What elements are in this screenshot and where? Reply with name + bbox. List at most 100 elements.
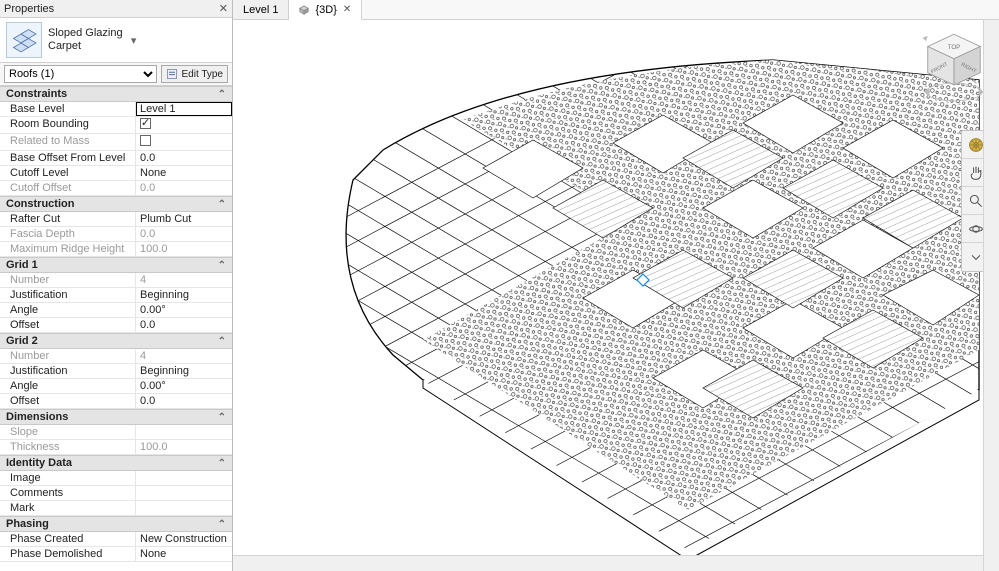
- property-value: 100.0: [136, 242, 232, 256]
- property-row[interactable]: JustificationBeginning: [0, 364, 232, 379]
- close-icon[interactable]: ✕: [219, 2, 228, 15]
- property-label: Related to Mass: [0, 134, 136, 150]
- property-value[interactable]: 0.0: [136, 151, 232, 165]
- edit-type-button[interactable]: Edit Type: [161, 65, 228, 83]
- property-value[interactable]: [136, 471, 232, 485]
- family-name: Sloped Glazing: [48, 27, 123, 40]
- property-value[interactable]: 0.00°: [136, 379, 232, 393]
- property-value[interactable]: None: [136, 547, 232, 561]
- scrollbar-horizontal[interactable]: [233, 555, 983, 571]
- view-cube[interactable]: TOP FRONT RIGHT: [919, 26, 989, 116]
- property-row[interactable]: Offset0.0: [0, 394, 232, 409]
- home-icon[interactable]: [923, 36, 928, 41]
- close-icon[interactable]: ✕: [343, 4, 351, 15]
- property-row: Thickness100.0: [0, 440, 232, 455]
- property-label: Phase Created: [0, 532, 136, 546]
- checkbox[interactable]: [140, 118, 151, 129]
- property-value[interactable]: Beginning: [136, 364, 232, 378]
- property-label: Justification: [0, 364, 136, 378]
- group-header[interactable]: Construction⌃: [0, 196, 232, 212]
- property-row[interactable]: Image: [0, 471, 232, 486]
- property-value[interactable]: New Construction: [136, 532, 232, 546]
- property-label: Rafter Cut: [0, 212, 136, 226]
- group-header[interactable]: Identity Data⌃: [0, 455, 232, 471]
- tab-level1[interactable]: Level 1: [233, 0, 289, 19]
- collapse-icon[interactable]: ⌃: [218, 199, 226, 210]
- property-row: Number4: [0, 273, 232, 288]
- collapse-icon[interactable]: ⌃: [218, 458, 226, 469]
- property-row[interactable]: JustificationBeginning: [0, 288, 232, 303]
- property-row: Number4: [0, 349, 232, 364]
- family-type-label: Sloped Glazing Carpet: [48, 27, 123, 53]
- viewport-3d[interactable]: TOP FRONT RIGHT: [233, 20, 999, 571]
- property-row[interactable]: Comments: [0, 486, 232, 501]
- property-label: Cutoff Level: [0, 166, 136, 180]
- properties-grid[interactable]: Constraints⌃Base LevelLevel 1Room Boundi…: [0, 86, 232, 571]
- view-tabs: Level 1 {3D} ✕: [233, 0, 999, 20]
- property-label: Angle: [0, 303, 136, 317]
- instance-filter-select[interactable]: Roofs (1): [4, 65, 157, 83]
- scrollbar-vertical[interactable]: [983, 20, 999, 571]
- family-type-selector[interactable]: Sloped Glazing Carpet ▾: [0, 18, 232, 63]
- collapse-icon[interactable]: ⌃: [218, 89, 226, 100]
- properties-title: Properties: [4, 3, 219, 15]
- property-row[interactable]: Offset0.0: [0, 318, 232, 333]
- property-label: Offset: [0, 318, 136, 332]
- collapse-icon[interactable]: ⌃: [218, 412, 226, 423]
- property-value: [136, 425, 232, 439]
- property-value: 0.0: [136, 227, 232, 241]
- property-row: Related to Mass: [0, 134, 232, 151]
- property-value[interactable]: [136, 486, 232, 500]
- property-label: Image: [0, 471, 136, 485]
- property-row[interactable]: Room Bounding: [0, 117, 232, 134]
- collapse-icon[interactable]: ⌃: [218, 519, 226, 530]
- model-geometry: [233, 20, 999, 571]
- property-value[interactable]: [136, 501, 232, 515]
- property-label: Cutoff Offset: [0, 181, 136, 195]
- property-value[interactable]: 0.0: [136, 394, 232, 408]
- edit-type-icon: [166, 68, 178, 80]
- property-value: 100.0: [136, 440, 232, 454]
- property-label: Phase Demolished: [0, 547, 136, 561]
- edit-type-label: Edit Type: [181, 69, 223, 80]
- property-value[interactable]: Level 1: [136, 102, 232, 116]
- property-value[interactable]: 0.0: [136, 318, 232, 332]
- property-row[interactable]: Phase CreatedNew Construction: [0, 532, 232, 547]
- chevron-down-icon[interactable]: ▾: [129, 34, 139, 47]
- property-value[interactable]: None: [136, 166, 232, 180]
- property-row[interactable]: Mark: [0, 501, 232, 516]
- property-value[interactable]: 0.00°: [136, 303, 232, 317]
- property-row[interactable]: Base Offset From Level0.0: [0, 151, 232, 166]
- property-row[interactable]: Phase DemolishedNone: [0, 547, 232, 562]
- property-label: Offset: [0, 394, 136, 408]
- property-row[interactable]: Cutoff LevelNone: [0, 166, 232, 181]
- tab-label: {3D}: [315, 4, 336, 16]
- property-label: Base Offset From Level: [0, 151, 136, 165]
- property-value[interactable]: Plumb Cut: [136, 212, 232, 226]
- property-label: Angle: [0, 379, 136, 393]
- property-label: Maximum Ridge Height: [0, 242, 136, 256]
- collapse-icon[interactable]: ⌃: [218, 336, 226, 347]
- tab-3d[interactable]: {3D} ✕: [289, 0, 362, 20]
- collapse-icon[interactable]: ⌃: [218, 260, 226, 271]
- property-row[interactable]: Angle0.00°: [0, 303, 232, 318]
- group-header[interactable]: Dimensions⌃: [0, 409, 232, 425]
- group-header[interactable]: Grid 2⌃: [0, 333, 232, 349]
- group-header[interactable]: Grid 1⌃: [0, 257, 232, 273]
- property-value[interactable]: Beginning: [136, 288, 232, 302]
- property-value: 4: [136, 273, 232, 287]
- property-row[interactable]: Angle0.00°: [0, 379, 232, 394]
- checkbox: [140, 135, 151, 146]
- group-header[interactable]: Constraints⌃: [0, 86, 232, 102]
- property-label: Mark: [0, 501, 136, 515]
- property-label: Number: [0, 273, 136, 287]
- property-value: 4: [136, 349, 232, 363]
- property-value[interactable]: [136, 117, 232, 133]
- property-row[interactable]: Rafter CutPlumb Cut: [0, 212, 232, 227]
- family-thumbnail-icon: [6, 22, 42, 58]
- property-value: 0.0: [136, 181, 232, 195]
- property-label: Justification: [0, 288, 136, 302]
- group-header[interactable]: Phasing⌃: [0, 516, 232, 532]
- property-row: Cutoff Offset0.0: [0, 181, 232, 196]
- property-row[interactable]: Base LevelLevel 1: [0, 102, 232, 117]
